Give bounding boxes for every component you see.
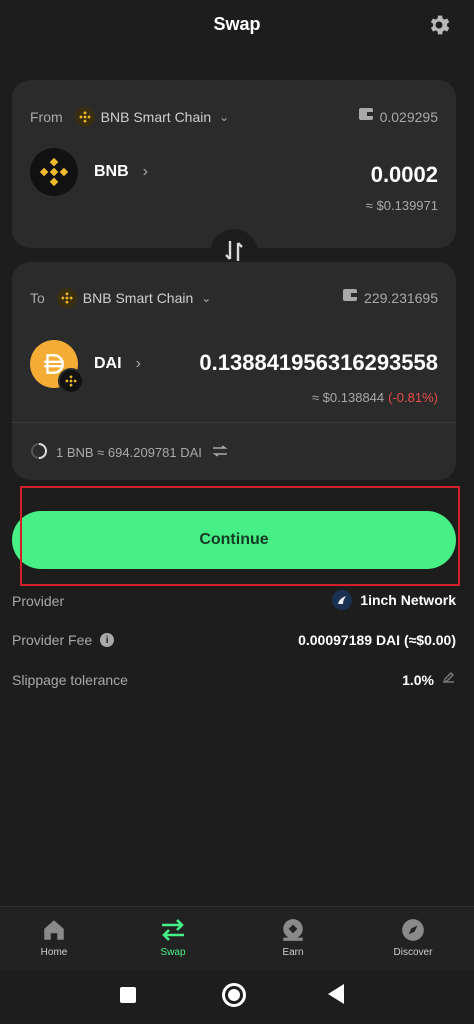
slippage-value: 1.0% [402,671,434,688]
bnb-chain-icon [74,107,95,127]
chevron-down-icon: ⌄ [219,110,230,124]
to-label: To [30,290,45,306]
loading-spinner-icon [30,442,48,463]
gear-icon[interactable] [426,12,452,38]
nav-discover[interactable]: Discover [373,917,453,958]
1inch-logo-icon [332,590,353,610]
provider-fee-value: 0.00097189 DAI (≈$0.00) [298,632,456,648]
to-token-selector[interactable]: DAI › [30,340,141,394]
from-token-selector[interactable]: BNB › [30,148,148,196]
from-token-name: BNB [94,163,129,180]
to-usd-value: ≈ $0.138844 [311,390,385,405]
system-navigation-bar [0,970,474,1024]
to-balance: 229.231695 [364,289,438,306]
home-circle-icon[interactable] [222,983,246,1007]
provider-value[interactable]: 1inch Network [360,592,456,608]
back-triangle-icon[interactable] [328,984,344,1004]
earn-icon [253,917,333,947]
from-card: From BNB Smart Chain ⌄ 0.029295 BNB › 0.… [12,80,456,248]
dai-token-icon [30,340,84,394]
to-token-name: DAI [94,355,122,372]
exchange-rate: 1 BNB ≈ 694.209781 DAI [56,445,202,460]
provider-fee-label: Provider Fee [12,632,93,648]
nav-earn[interactable]: Earn [253,917,333,958]
provider-label: Provider [12,593,65,609]
to-card: To BNB Smart Chain ⌄ 229.231695 DAI › 0.… [12,262,456,480]
nav-swap[interactable]: Swap [133,917,213,958]
to-amount-value: 0.138841956316293558 [199,350,438,375]
nav-earn-label: Earn [282,947,304,958]
nav-home[interactable]: Home [14,917,94,958]
bottom-nav: Home Swap Earn Discover [0,906,474,971]
bnb-token-icon [30,148,78,196]
chevron-down-icon: ⌄ [201,291,212,305]
wallet-icon [358,107,374,126]
edit-pencil-icon[interactable] [442,670,456,689]
to-chain-name: BNB Smart Chain [82,290,194,306]
recent-apps-icon[interactable] [120,987,136,1003]
home-icon [14,917,94,947]
from-balance: 0.029295 [379,108,438,125]
price-impact: (-0.81%) [388,390,438,405]
chevron-right-icon: › [142,163,148,180]
divider [12,422,456,423]
bnb-chain-badge-icon [58,368,84,394]
from-usd-value: ≈ $0.139971 [365,198,438,213]
wallet-icon [342,288,358,307]
swap-icon [133,917,213,947]
nav-home-label: Home [40,947,68,958]
nav-discover-label: Discover [393,947,433,958]
to-chain-selector[interactable]: BNB Smart Chain ⌄ [56,288,212,308]
nav-swap-label: Swap [160,947,186,958]
compass-icon [373,917,453,947]
switch-rate-icon[interactable] [212,445,228,460]
info-icon[interactable]: i [100,633,115,647]
from-amount-input[interactable]: 0.0002 [371,162,438,188]
from-chain-name: BNB Smart Chain [100,109,212,125]
bnb-chain-icon [56,288,77,308]
from-chain-selector[interactable]: BNB Smart Chain ⌄ [74,107,230,127]
page-title: Swap [213,14,261,34]
highlight-box [20,486,460,586]
from-label: From [30,109,63,125]
chevron-right-icon: › [135,355,141,372]
slippage-label: Slippage tolerance [12,672,128,688]
